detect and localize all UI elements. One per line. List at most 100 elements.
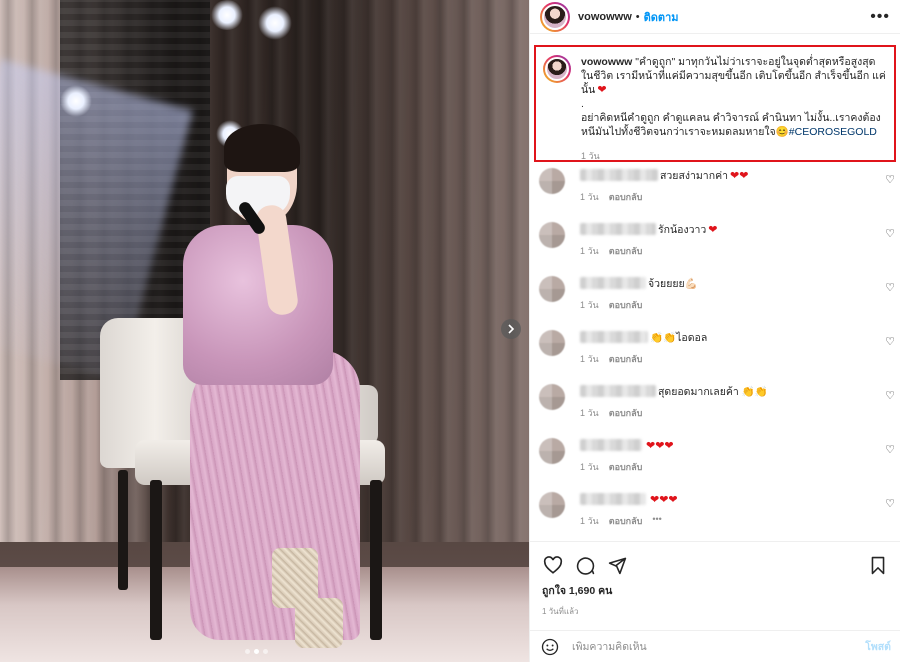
comment-list: สวยสง่ามากค่า ❤❤ 1 วัน ตอบกลับ ♡ รักน้องวา… <box>530 164 900 542</box>
comment-like-icon[interactable]: ♡ <box>885 173 895 186</box>
blurred-username <box>580 439 642 451</box>
comment-time: 1 วัน <box>580 516 599 526</box>
share-button[interactable] <box>606 554 628 576</box>
heart-emoji: ❤❤ <box>729 169 749 182</box>
commenter-avatar[interactable] <box>539 384 565 410</box>
comment-row: 👏👏ไอดอล 1 วัน ตอบกลับ ♡ <box>530 326 900 380</box>
reply-button[interactable]: ตอบกลับ <box>609 406 643 420</box>
person-hair <box>224 124 300 172</box>
bookmark-icon <box>871 556 885 574</box>
caption: vowowww "คำดูถูก" มาทุกวันไม่ว่าเราจะอยู… <box>581 55 886 161</box>
reply-button[interactable]: ตอบกลับ <box>609 298 643 312</box>
post-date: 1 วันที่แล้ว <box>542 607 579 616</box>
post-header: vowowww • ติดตาม ••• <box>530 0 900 34</box>
comment-like-icon[interactable]: ♡ <box>885 443 895 456</box>
comment-time: 1 วัน <box>580 192 599 202</box>
comment-icon <box>576 556 594 575</box>
add-comment-bar: โพสต์ <box>530 630 900 662</box>
heart-emoji: ❤ <box>708 223 718 236</box>
hashtag-link[interactable]: #CEOROSEGOLD <box>789 126 877 138</box>
comment-text: 👏👏ไอดอล <box>650 331 708 344</box>
caption-dot: . <box>581 98 584 110</box>
smiley-icon <box>541 638 559 655</box>
comment-like-icon[interactable]: ♡ <box>885 335 895 348</box>
comment-row: จ้วยยยย💪🏻 1 วัน ตอบกลับ ♡ <box>530 272 900 326</box>
blurred-username <box>580 169 658 181</box>
caption-avatar[interactable] <box>543 55 571 83</box>
heart-emoji: ❤❤❤ <box>646 439 674 452</box>
comment-like-icon[interactable]: ♡ <box>885 227 895 240</box>
comment-text: สุดยอดมากเลยค้า 👏👏 <box>658 385 768 398</box>
comment-like-icon[interactable]: ♡ <box>885 497 895 510</box>
caption-highlight: vowowww "คำดูถูก" มาทุกวันไม่ว่าเราจะอยู… <box>534 45 896 162</box>
carousel-dots <box>245 649 268 654</box>
header-separator: • <box>635 10 640 23</box>
blurred-username <box>580 223 656 235</box>
post-photo <box>0 0 529 662</box>
comment-row: รักน้องวาว ❤ 1 วัน ตอบกลับ ♡ <box>530 218 900 272</box>
comment-time: 1 วัน <box>580 462 599 472</box>
carousel-next-button[interactable] <box>501 319 521 339</box>
comment-time: 1 วัน <box>580 354 599 364</box>
save-button[interactable] <box>867 554 889 576</box>
post-actions: ถูกใจ 1,690 คน 1 วันที่แล้ว <box>530 541 900 631</box>
more-options-icon[interactable]: ••• <box>870 8 890 26</box>
stage-light <box>258 6 292 40</box>
post-sidebar: vowowww • ติดตาม ••• vowowww "คำดูถูก" ม… <box>529 0 900 662</box>
blurred-username <box>580 331 648 343</box>
chair-leg <box>118 470 128 590</box>
carousel-dot <box>245 649 250 654</box>
blurred-username <box>580 385 656 397</box>
carousel-dot <box>263 649 268 654</box>
chair-leg <box>150 480 162 640</box>
comment-text: สวยสง่ามากค่า <box>660 169 728 182</box>
reply-button[interactable]: ตอบกลับ <box>609 190 643 204</box>
comment-row: สุดยอดมากเลยค้า 👏👏 1 วัน ตอบกลับ ♡ <box>530 380 900 434</box>
avatar[interactable] <box>540 1 570 32</box>
reply-button[interactable]: ตอบกลับ <box>609 352 643 366</box>
comment-row: ❤❤❤ 1 วัน ตอบกลับ ••• ♡ <box>530 488 900 542</box>
comment-time: 1 วัน <box>580 300 599 310</box>
comment-button[interactable] <box>574 554 596 576</box>
reply-button[interactable]: ตอบกลับ <box>609 460 643 474</box>
send-icon <box>608 557 626 574</box>
commenter-avatar[interactable] <box>539 330 565 356</box>
emoji-button[interactable] <box>540 637 560 657</box>
comment-input[interactable] <box>572 640 866 653</box>
dress-top <box>183 225 333 385</box>
stage-light <box>60 85 92 117</box>
reply-button[interactable]: ตอบกลับ <box>609 514 643 528</box>
commenter-avatar[interactable] <box>539 438 565 464</box>
commenter-avatar[interactable] <box>539 276 565 302</box>
more-replies-icon[interactable]: ••• <box>652 514 661 528</box>
shoe <box>295 598 343 648</box>
comment-text: จ้วยยยย💪🏻 <box>648 277 698 290</box>
like-count[interactable]: ถูกใจ 1,690 คน <box>530 578 900 599</box>
comment-time: 1 วัน <box>580 408 599 418</box>
comment-text: รักน้องวาว <box>658 223 707 236</box>
reply-button[interactable]: ตอบกลับ <box>609 244 643 258</box>
chevron-right-icon <box>508 324 515 334</box>
comment-row: สวยสง่ามากค่า ❤❤ 1 วัน ตอบกลับ ♡ <box>530 164 900 218</box>
heart-icon <box>543 556 563 574</box>
caption-time: 1 วัน <box>581 151 600 161</box>
comment-like-icon[interactable]: ♡ <box>885 389 895 402</box>
smile-emoji: 😊 <box>775 126 789 138</box>
blurred-username <box>580 277 646 289</box>
stage-light <box>210 0 244 30</box>
post-comment-button[interactable]: โพสต์ <box>865 638 891 655</box>
commenter-avatar[interactable] <box>539 222 565 248</box>
comment-row: ❤❤❤ 1 วัน ตอบกลับ ♡ <box>530 434 900 488</box>
commenter-avatar[interactable] <box>539 168 565 194</box>
heart-emoji: ❤❤❤ <box>650 493 678 506</box>
header-username[interactable]: vowowww <box>578 11 632 23</box>
comment-time: 1 วัน <box>580 246 599 256</box>
chair-leg <box>370 480 382 640</box>
commenter-avatar[interactable] <box>539 492 565 518</box>
like-button[interactable] <box>542 554 564 576</box>
follow-button[interactable]: ติดตาม <box>644 8 679 26</box>
heart-emoji: ❤ <box>597 84 607 96</box>
caption-username[interactable]: vowowww <box>581 56 632 68</box>
carousel-dot-active <box>254 649 259 654</box>
comment-like-icon[interactable]: ♡ <box>885 281 895 294</box>
